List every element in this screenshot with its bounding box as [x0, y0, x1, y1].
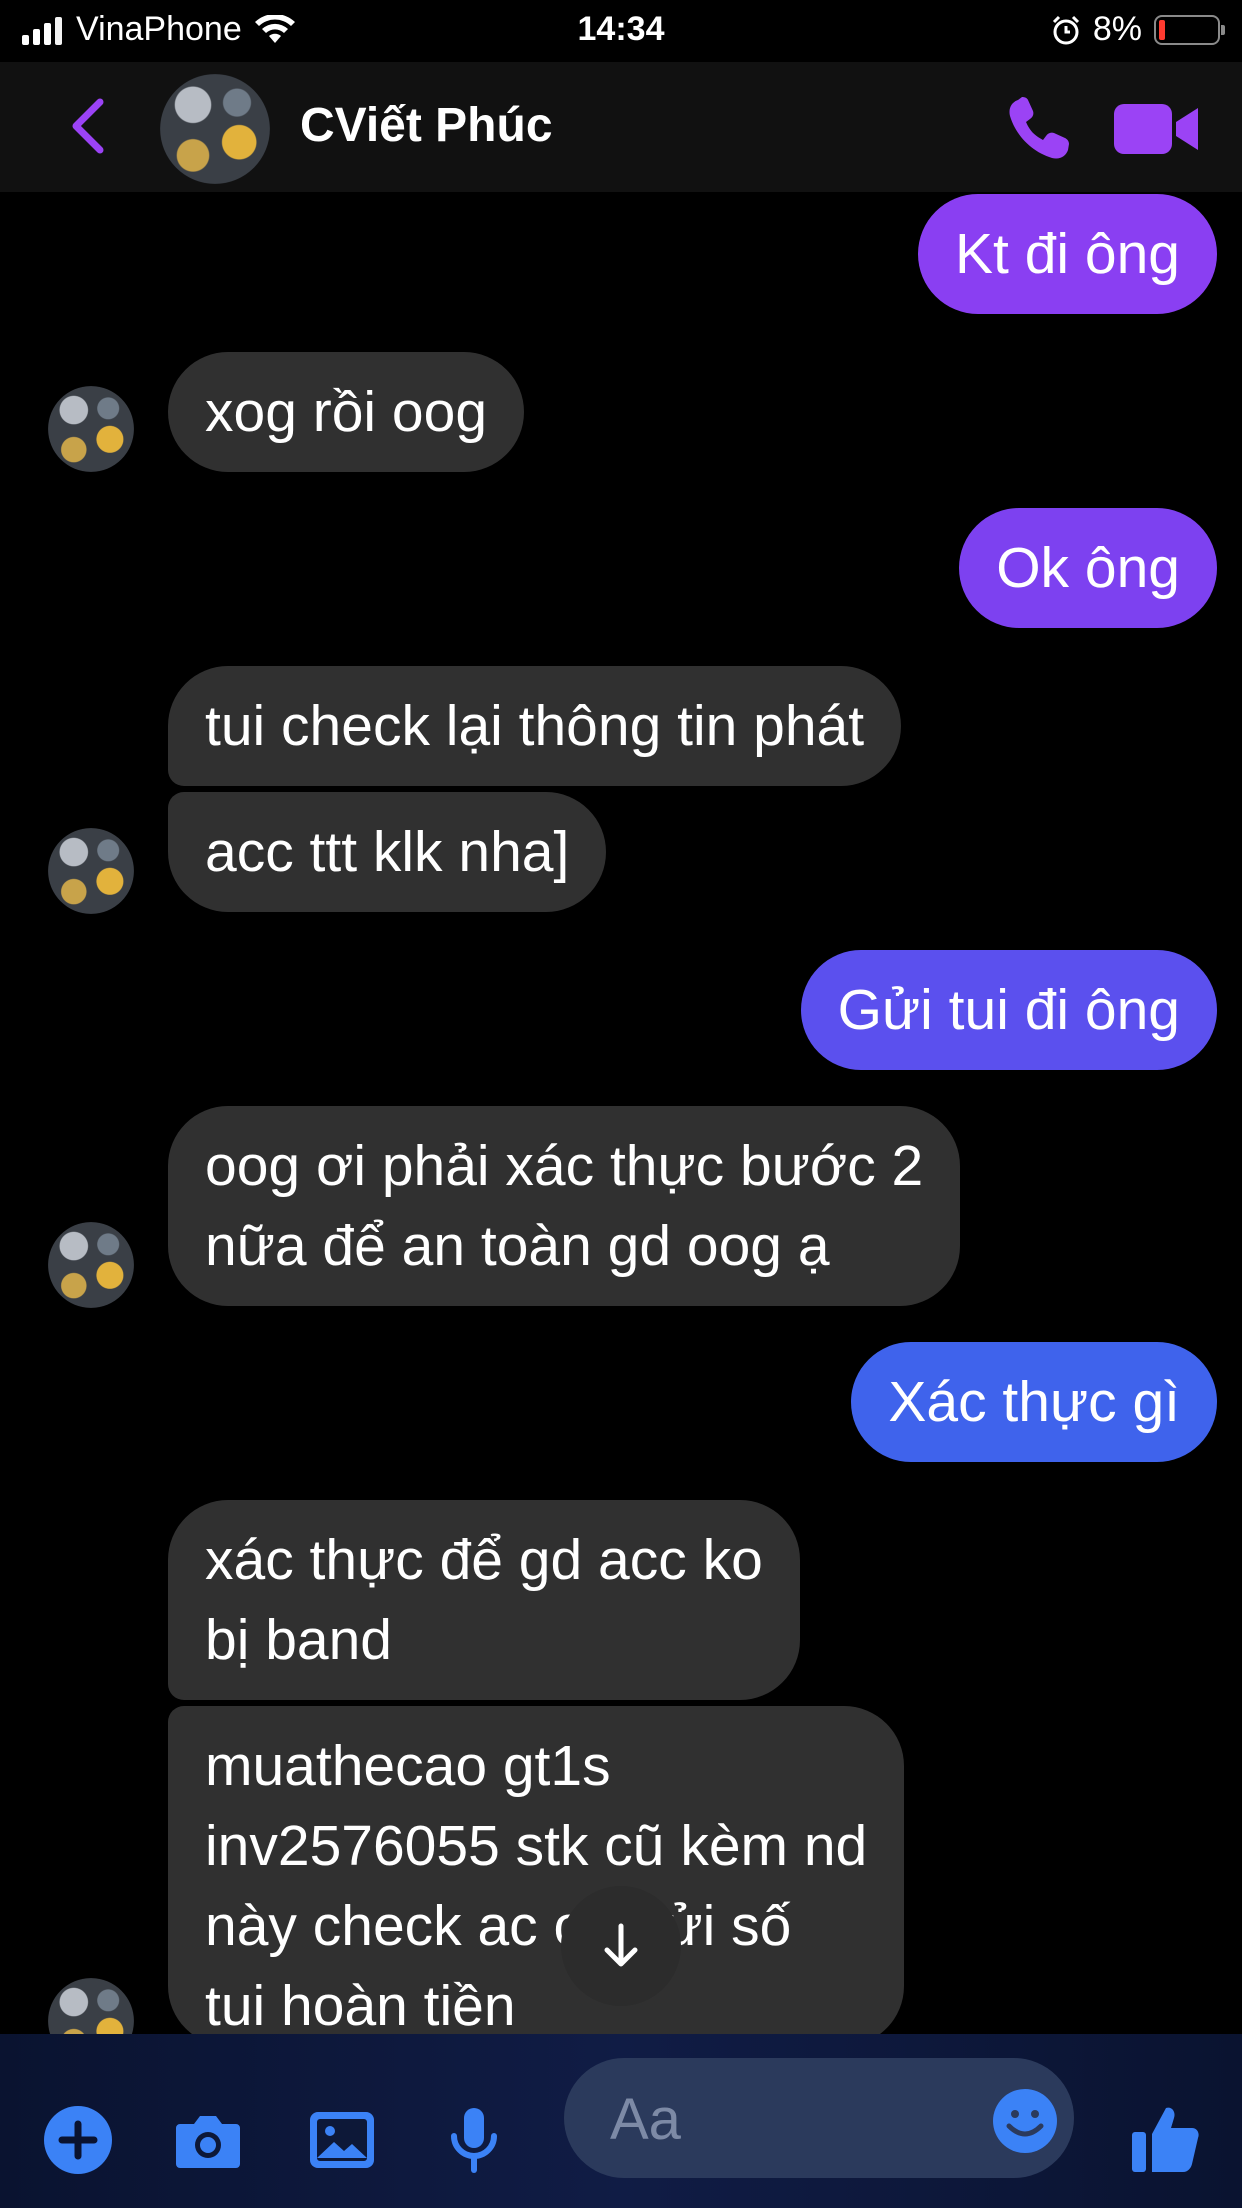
message-line: này check ac og gửi số	[205, 1894, 792, 1958]
sender-avatar[interactable]	[48, 828, 134, 914]
message-input-placeholder: Aa	[610, 2087, 681, 2152]
received-message[interactable]: xog rồi oog	[168, 352, 525, 472]
plus-icon[interactable]	[42, 2104, 114, 2176]
sent-message[interactable]: Kt đi ông	[918, 194, 1217, 314]
contact-avatar[interactable]	[160, 74, 270, 184]
alarm-icon	[1052, 15, 1079, 44]
sent-message[interactable]: Ok ông	[959, 508, 1217, 628]
message-line: bị band	[205, 1608, 393, 1672]
video-call-icon[interactable]	[1114, 98, 1198, 160]
emoji-icon[interactable]	[992, 2088, 1058, 2154]
received-message[interactable]: acc ttt klk nha]	[168, 792, 607, 912]
status-bar: VinaPhone 14:34 8%	[0, 0, 1242, 62]
image-icon[interactable]	[306, 2104, 378, 2176]
message-line: nữa để an toàn gd oog ạ	[205, 1214, 830, 1278]
sender-avatar[interactable]	[48, 1222, 134, 1308]
camera-icon[interactable]	[172, 2104, 244, 2176]
scroll-to-bottom-button[interactable]	[561, 1886, 681, 2006]
message-line: oog ơi phải xác thực bước 2	[205, 1134, 924, 1198]
received-message[interactable]: muathecao gt1s inv2576055 stk cũ kèm nd …	[168, 1706, 905, 2046]
received-message[interactable]: oog ơi phải xác thực bước 2 nữa để an to…	[168, 1106, 961, 1306]
sent-message[interactable]: Gửi tui đi ông	[800, 950, 1217, 1070]
contact-name[interactable]: CViết Phúc	[300, 98, 553, 153]
phone-call-icon[interactable]	[1004, 94, 1074, 164]
thumbs-up-icon[interactable]	[1128, 2100, 1204, 2176]
back-chevron-icon[interactable]	[60, 96, 120, 156]
microphone-icon[interactable]	[438, 2104, 510, 2176]
sent-message[interactable]: Xác thực gì	[851, 1342, 1217, 1462]
message-composer: Aa	[0, 2034, 1242, 2208]
message-input[interactable]: Aa	[564, 2058, 1074, 2178]
battery-icon	[1154, 14, 1225, 45]
battery-percent: 8%	[1092, 10, 1142, 48]
received-message[interactable]: xác thực để gd acc ko bị band	[168, 1500, 800, 1700]
arrow-down-icon	[604, 1923, 638, 1967]
message-line: inv2576055 stk cũ kèm nd	[205, 1814, 868, 1878]
message-line: muathecao gt1s	[205, 1734, 611, 1798]
message-line: xác thực để gd acc ko	[205, 1528, 763, 1592]
sender-avatar[interactable]	[48, 386, 134, 472]
received-message[interactable]: tui check lại thông tin phát	[168, 666, 902, 786]
chat-header: CViết Phúc	[0, 62, 1242, 192]
